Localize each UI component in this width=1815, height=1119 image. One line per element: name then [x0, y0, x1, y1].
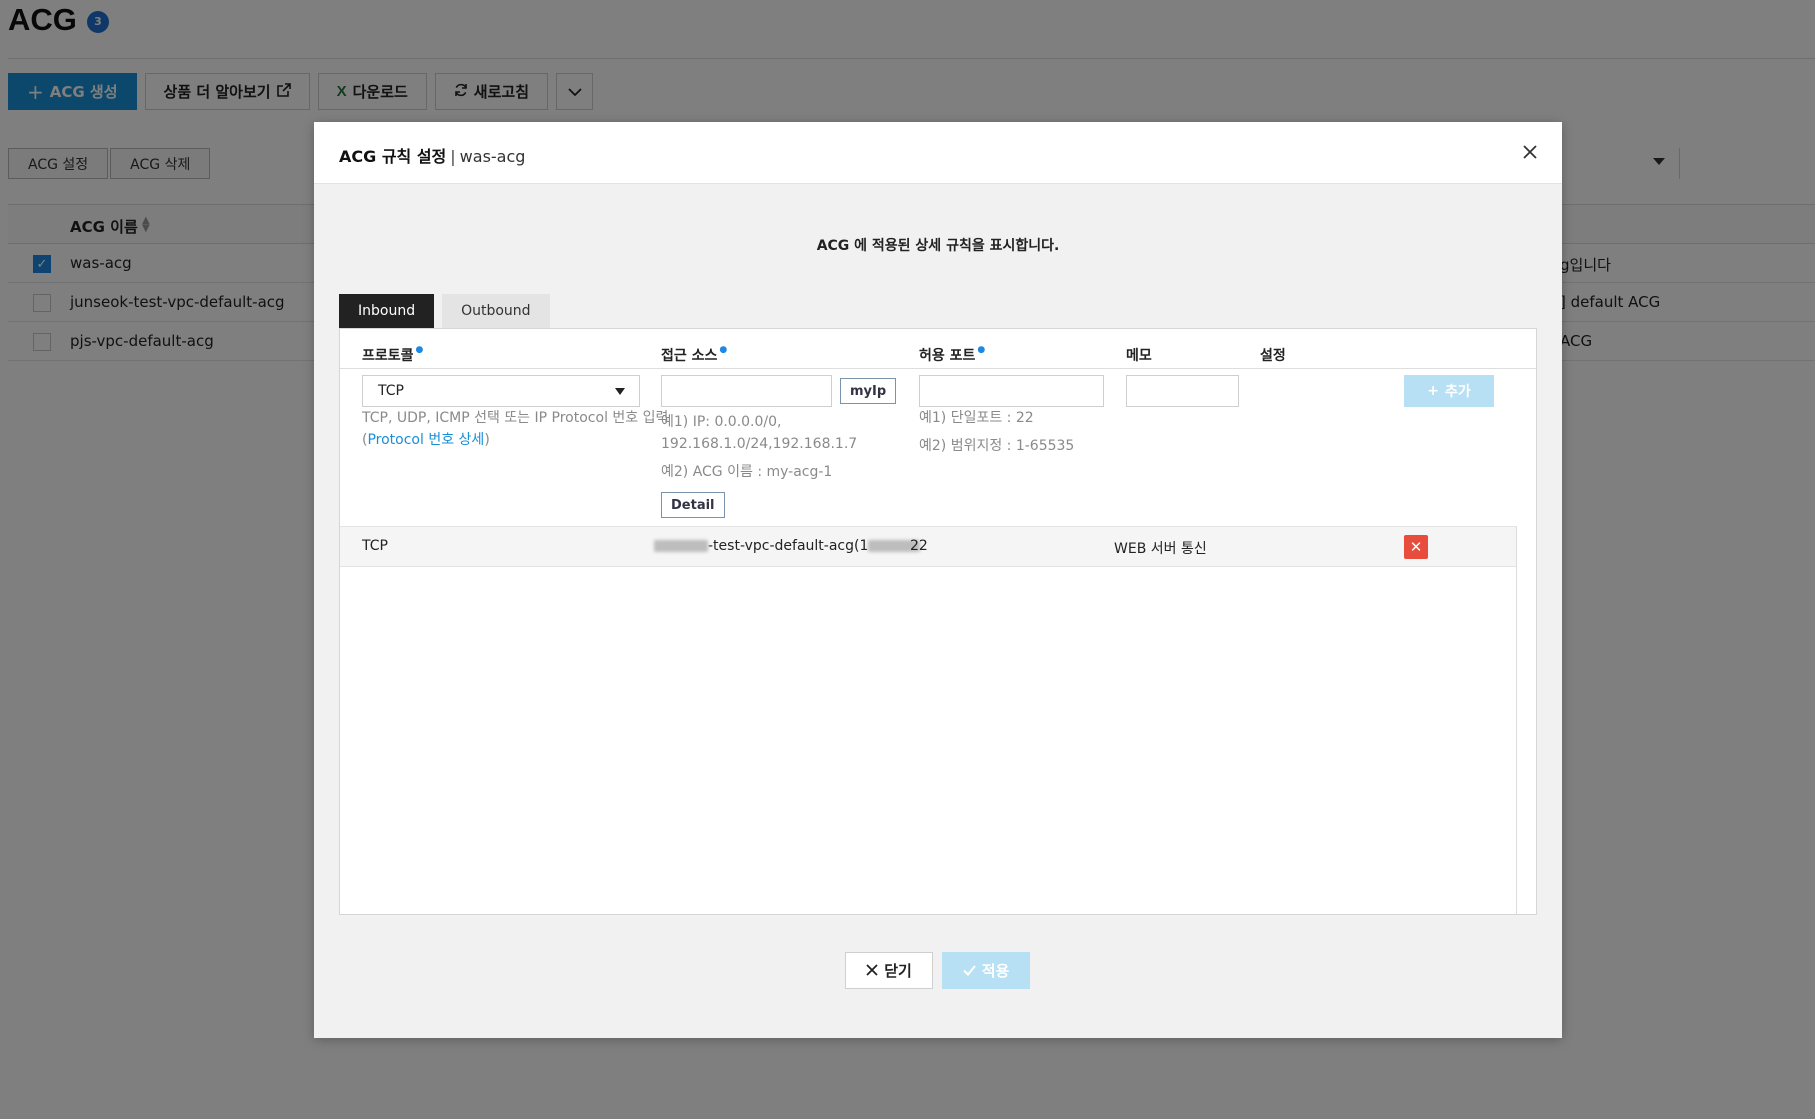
port-column-header: 허용 포트 ● [919, 345, 985, 365]
source-hint: 예1) IP: 0.0.0.0/0, 192.168.1.0/24,192.16… [661, 411, 857, 483]
rule-source: -test-vpc-default-acg(1 [654, 538, 921, 554]
modal-header: ACG 규칙 설정 | was-acg [314, 122, 1562, 184]
detail-button[interactable]: Detail [661, 492, 725, 518]
tab-outbound[interactable]: Outbound [442, 294, 550, 328]
protocol-select[interactable]: TCP [362, 375, 640, 407]
apply-button-label: 적용 [981, 962, 1010, 980]
close-button[interactable]: 닫기 [845, 952, 933, 989]
modal-description: ACG 에 적용된 상세 규칙을 표시합니다. [816, 238, 1060, 254]
delete-rule-button[interactable]: ✕ [1404, 535, 1428, 559]
modal-title-text: ACG 규칙 설정 [339, 147, 447, 166]
protocol-number-detail-link[interactable]: Protocol 번호 상세 [367, 432, 484, 448]
close-button-label: 닫기 [884, 962, 912, 980]
title-separator: | [450, 147, 456, 166]
required-dot-icon: ● [977, 345, 986, 355]
acg-rule-modal: ACG 규칙 설정 | was-acg ACG 에 적용된 상세 규칙을 표시합니다… [314, 122, 1562, 1038]
protocol-hint: TCP, UDP, ICMP 선택 또는 IP Protocol 번호 입력 (… [362, 407, 668, 451]
rule-protocol: TCP [362, 538, 388, 554]
source-hint-1b: 192.168.1.0/24,192.168.1.7 [661, 436, 858, 452]
rule-source-text: -test-vpc-default-acg(1 [708, 538, 869, 554]
direction-tabs: Inbound Outbound [339, 294, 550, 328]
close-icon[interactable] [1520, 142, 1540, 162]
rule-memo: WEB 서버 통신 [1114, 541, 1207, 557]
protocol-select-value: TCP [378, 383, 404, 399]
protocol-hint-link-line: (Protocol 번호 상세) [362, 429, 668, 451]
table-row[interactable]: TCP -test-vpc-default-acg(1 22 WEB 서버 통신… [340, 526, 1516, 567]
add-rule-button[interactable]: + 추가 [1404, 375, 1494, 407]
source-input[interactable] [661, 375, 832, 407]
myip-button[interactable]: myIp [840, 378, 897, 404]
port-hint-2: 예2) 범위지정 : 1-65535 [919, 438, 1075, 454]
source-header-label: 접근 소스 [661, 348, 718, 364]
paren-close: ) [484, 432, 490, 448]
rule-port: 22 [910, 538, 928, 554]
memo-column-header: 메모 [1126, 348, 1152, 364]
rules-panel: 프로토콜 ● 접근 소스 ● 허용 포트 ● 메모 설정 TCP myIp + 추가 … [339, 328, 1537, 915]
settings-column-header: 설정 [1260, 348, 1286, 364]
close-icon [866, 962, 878, 980]
protocol-hint-text: TCP, UDP, ICMP 선택 또는 IP Protocol 번호 입력 [362, 410, 669, 426]
required-dot-icon: ● [415, 345, 424, 355]
redacted-text [654, 540, 708, 552]
apply-button[interactable]: 적용 [942, 952, 1030, 989]
tab-inbound[interactable]: Inbound [339, 294, 435, 328]
caret-down-icon [615, 388, 625, 395]
port-hint-1: 예1) 단일포트 : 22 [919, 410, 1034, 426]
required-dot-icon: ● [719, 345, 728, 355]
add-rule-label: 추가 [1444, 384, 1471, 400]
port-input[interactable] [919, 375, 1104, 407]
source-hint-2: 예2) ACG 이름 : my-acg-1 [661, 464, 833, 480]
port-hint: 예1) 단일포트 : 22 예2) 범위지정 : 1-65535 [919, 407, 1074, 457]
divider [340, 368, 1536, 369]
protocol-column-header: 프로토콜 ● [362, 345, 423, 365]
scrollbar[interactable] [1516, 526, 1517, 914]
modal-subtitle: was-acg [459, 147, 526, 166]
memo-input[interactable] [1126, 375, 1239, 407]
check-icon [962, 962, 976, 980]
protocol-header-label: 프로토콜 [362, 348, 414, 364]
source-hint-1a: 예1) IP: 0.0.0.0/0, [661, 414, 782, 430]
source-column-header: 접근 소스 ● [661, 345, 727, 365]
modal-title: ACG 규칙 설정 | was-acg [339, 143, 525, 167]
port-header-label: 허용 포트 [919, 348, 976, 364]
plus-icon: + [1427, 383, 1439, 399]
